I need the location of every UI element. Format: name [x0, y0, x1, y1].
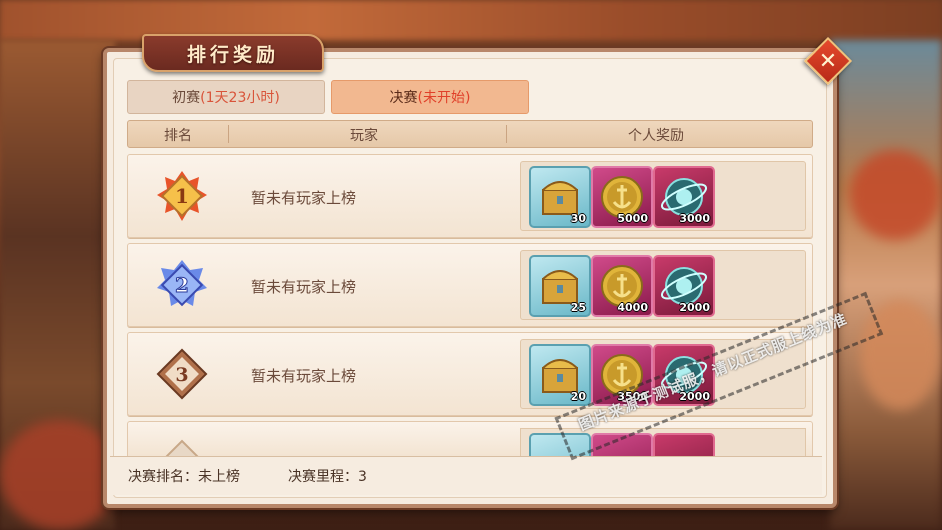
close-icon: ✕: [818, 48, 838, 74]
orb-icon[interactable]: 3000: [653, 166, 715, 228]
header-divider: [228, 125, 229, 143]
item-quantity: 3500: [617, 390, 648, 403]
anchor-coin-icon[interactable]: 3500: [591, 344, 653, 406]
item-quantity: 25: [570, 301, 586, 314]
background-top: [0, 0, 942, 40]
rank-number: 1: [175, 184, 189, 208]
tab-prelim[interactable]: 初赛 (1天23小时): [127, 80, 325, 114]
rank-2-badge-icon: 2: [157, 260, 207, 307]
anchor-coin-icon[interactable]: 4000: [591, 255, 653, 317]
item-quantity: 20: [570, 390, 586, 403]
table-header: 排名 玩家 个人奖励: [127, 120, 813, 148]
table-row: 2 暂未有玩家上榜 25 4000 2000: [127, 243, 813, 327]
background-right: [830, 40, 942, 530]
final-mileage-label: 决赛里程：3: [288, 469, 367, 485]
treasure-chest-icon[interactable]: 25: [529, 255, 591, 317]
tab-prelim-label: 初赛: [172, 90, 201, 106]
tab-prelim-countdown: (1天23小时): [200, 90, 280, 106]
reward-list: 30 5000 3000: [520, 161, 806, 231]
final-rank-label: 决赛排名：未上榜: [128, 469, 240, 485]
item-quantity: 2000: [679, 390, 710, 403]
tab-final-status: (未开始): [417, 90, 471, 106]
table-row: 1 暂未有玩家上榜 30 5000 3000: [127, 154, 813, 238]
background-character: [850, 150, 940, 240]
tab-final[interactable]: 决赛 (未开始): [331, 80, 529, 114]
player-name: 暂未有玩家上榜: [251, 189, 357, 207]
orb-icon[interactable]: 2000: [653, 255, 715, 317]
anchor-coin-icon[interactable]: [591, 433, 653, 456]
header-divider: [506, 125, 507, 143]
item-quantity: 5000: [617, 212, 648, 225]
item-quantity: 3000: [679, 212, 710, 225]
orb-icon[interactable]: 2000: [653, 344, 715, 406]
item-quantity: 30: [570, 212, 586, 225]
footer: 决赛排名：未上榜 决赛里程：3: [110, 456, 822, 495]
header-reward: 个人奖励: [628, 128, 684, 144]
table-row: 3 暂未有玩家上榜 20 3500 2000: [127, 332, 813, 416]
player-name: 暂未有玩家上榜: [251, 367, 357, 385]
rank-number: 2: [175, 273, 189, 297]
background-character: [860, 300, 940, 410]
treasure-chest-icon[interactable]: [529, 433, 591, 456]
reward-list: 25 4000 2000: [520, 250, 806, 320]
header-player: 玩家: [350, 128, 378, 144]
rank-number: 3: [175, 364, 188, 386]
player-name: 暂未有玩家上榜: [251, 278, 357, 296]
title-plate: 排行奖励: [142, 34, 324, 72]
item-quantity: 4000: [617, 301, 648, 314]
treasure-chest-icon[interactable]: 20: [529, 344, 591, 406]
rank-3-badge-icon: 3: [156, 348, 208, 400]
treasure-chest-icon[interactable]: 30: [529, 166, 591, 228]
rank-1-badge-icon: 1: [157, 171, 207, 221]
header-rank: 排名: [164, 128, 192, 144]
reward-list: [520, 428, 806, 456]
item-quantity: 2000: [679, 301, 710, 314]
orb-icon[interactable]: [653, 433, 715, 456]
rank-badge-icon: [163, 439, 201, 456]
background-character: [0, 420, 120, 530]
reward-list: 20 3500 2000: [520, 339, 806, 409]
anchor-coin-icon[interactable]: 5000: [591, 166, 653, 228]
tab-final-label: 决赛: [389, 90, 418, 106]
table-row: [127, 421, 813, 456]
panel-title: 排行奖励: [186, 43, 279, 66]
